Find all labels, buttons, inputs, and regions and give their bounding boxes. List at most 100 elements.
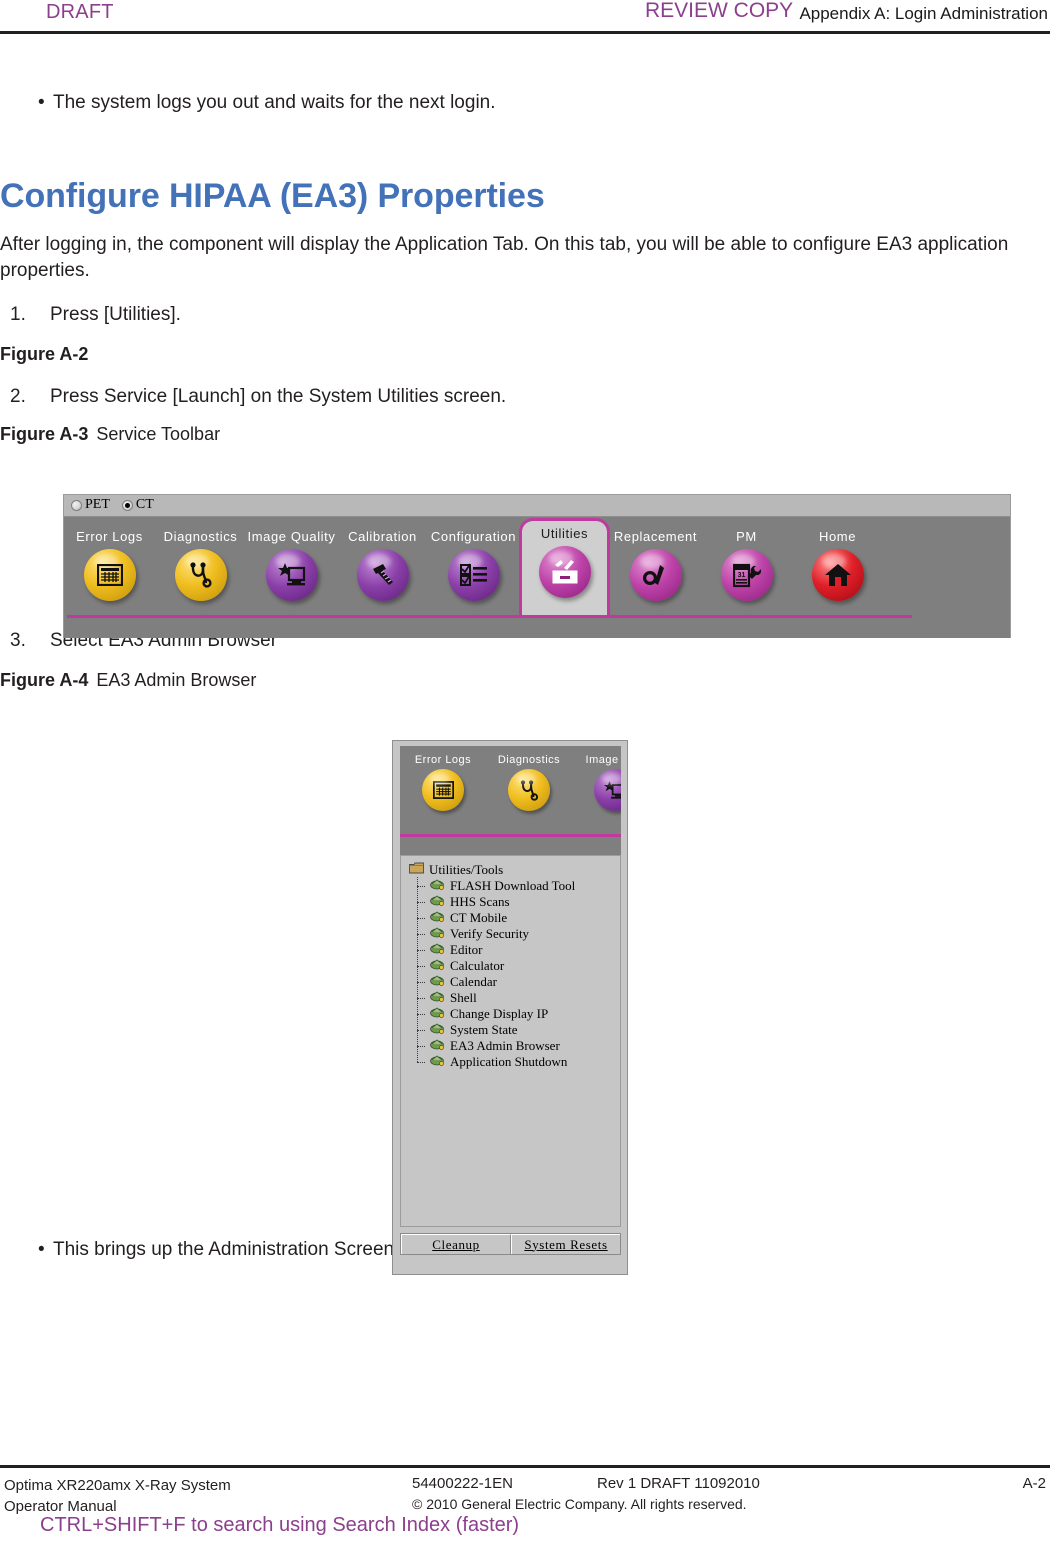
tree-item-label: Verify Security bbox=[450, 926, 530, 941]
tool-icon bbox=[430, 942, 445, 958]
house-icon bbox=[811, 549, 864, 601]
tree-item-label: EA3 Admin Browser bbox=[450, 1038, 560, 1053]
tab-diagnostics[interactable]: Diagnostics bbox=[155, 521, 246, 617]
chapter-title: Appendix A: Login Administration bbox=[799, 4, 1048, 23]
tree-item-label: HHS Scans bbox=[450, 894, 510, 909]
search-hint-watermark: CTRL+SHIFT+F to search using Search Inde… bbox=[40, 1514, 520, 1536]
star-monitor-icon bbox=[594, 769, 621, 811]
ea3-tab-error-logs[interactable]: Error Logs bbox=[400, 746, 486, 811]
ea3-admin-browser-figure: Error Logs Diagnostics Image Qua bbox=[392, 740, 628, 1275]
tree-item[interactable]: Shell bbox=[417, 989, 620, 1006]
tree-item[interactable]: Verify Security bbox=[417, 925, 620, 942]
tree-item[interactable]: System State bbox=[417, 1021, 620, 1038]
checklist-icon bbox=[447, 549, 500, 601]
tab-image-quality-label: Image Quality bbox=[247, 529, 336, 544]
tool-icon bbox=[430, 878, 445, 894]
footer-copyright: © 2010 General Electric Company. All rig… bbox=[412, 1496, 747, 1512]
tab-diagnostics-label: Diagnostics bbox=[163, 529, 238, 544]
tree-item[interactable]: Change Display IP bbox=[417, 1005, 620, 1022]
tree-item-label: System State bbox=[450, 1022, 518, 1037]
tree-item-ea3-admin-browser[interactable]: EA3 Admin Browser bbox=[417, 1037, 620, 1054]
ea3-tab-diagnostics-label: Diagnostics bbox=[497, 754, 561, 766]
intro-bullet-text: The system logs you out and waits for th… bbox=[53, 92, 496, 113]
tab-utilities-label: Utilities bbox=[540, 526, 589, 541]
tree-root-label: Utilities/Tools bbox=[429, 862, 504, 877]
review-copy-watermark: REVIEW COPY bbox=[645, 0, 794, 22]
tab-calibration[interactable]: Calibration bbox=[337, 521, 428, 617]
step-2-text: Press Service [Launch] on the System Uti… bbox=[50, 386, 507, 407]
step-1-number: 1. bbox=[10, 304, 26, 325]
cleanup-button[interactable]: Cleanup bbox=[401, 1234, 511, 1254]
tool-icon bbox=[430, 926, 445, 942]
tree-item[interactable]: Editor bbox=[417, 941, 620, 958]
radio-button-selected-icon bbox=[121, 499, 133, 511]
calendar-wrench-icon: 31 bbox=[720, 549, 773, 601]
tool-icon bbox=[430, 1006, 445, 1022]
grid-table-icon bbox=[83, 549, 136, 601]
step-1: 1. Press [Utilities]. bbox=[0, 302, 1050, 328]
footer-revision: Rev 1 DRAFT 11092010 bbox=[597, 1475, 760, 1492]
tree-item[interactable]: FLASH Download Tool bbox=[417, 877, 620, 894]
modality-radio-group[interactable]: PET CT bbox=[71, 497, 154, 513]
figure-a3-caption: Figure A-3 Service Toolbar bbox=[0, 422, 1050, 446]
tree-item-label: Shell bbox=[450, 990, 477, 1005]
stethoscope-icon bbox=[508, 769, 550, 811]
star-monitor-icon bbox=[265, 549, 318, 601]
system-resets-button[interactable]: System Resets bbox=[511, 1234, 620, 1254]
service-toolbar-bottom-band bbox=[64, 618, 1010, 638]
ea3-toolbar-tabs: Error Logs Diagnostics Image Qua bbox=[400, 746, 621, 811]
radio-option-pet[interactable]: PET bbox=[71, 497, 110, 513]
tool-icon bbox=[430, 990, 445, 1006]
figure-a3-title: Service Toolbar bbox=[96, 424, 221, 444]
radio-option-pet-label: PET bbox=[85, 497, 110, 512]
tab-pm[interactable]: PM 31 bbox=[701, 521, 792, 617]
page-footer: Optima XR220amx X-Ray System Operator Ma… bbox=[0, 1461, 1050, 1551]
ea3-tab-diagnostics[interactable]: Diagnostics bbox=[486, 746, 572, 811]
tab-utilities[interactable]: Utilities bbox=[519, 518, 610, 617]
radio-button-icon bbox=[71, 499, 82, 511]
tab-calibration-label: Calibration bbox=[348, 529, 417, 544]
page-title: Configure HIPAA (EA3) Properties bbox=[0, 177, 545, 215]
tab-home[interactable]: Home bbox=[792, 521, 883, 617]
tree-item-label: FLASH Download Tool bbox=[450, 878, 576, 893]
closing-bullet-text: This brings up the Administration Screen… bbox=[53, 1239, 400, 1260]
part-swap-icon bbox=[629, 549, 682, 601]
ea3-tab-image-quality[interactable]: Image Qua bbox=[572, 746, 621, 811]
bullet-glyph: • bbox=[38, 92, 45, 113]
figure-a3-label: Figure A-3 bbox=[0, 424, 89, 444]
tree-item[interactable]: Calculator bbox=[417, 957, 620, 974]
calibration-phantom-icon bbox=[356, 549, 409, 601]
tree-item[interactable]: Calendar bbox=[417, 973, 620, 990]
radio-option-ct[interactable]: CT bbox=[121, 497, 154, 513]
service-toolbar-tabs: Error Logs Diagnostics Image Quality Cal… bbox=[64, 517, 1010, 617]
ea3-toolbar: Error Logs Diagnostics Image Qua bbox=[400, 746, 621, 834]
tree-item[interactable]: CT Mobile bbox=[417, 909, 620, 926]
ea3-grey-band bbox=[400, 837, 621, 855]
page-header: DRAFT Appendix A: Login Administration R… bbox=[0, 0, 1050, 40]
tab-replacement[interactable]: Replacement bbox=[610, 521, 701, 617]
tool-icon bbox=[430, 1038, 445, 1054]
utilities-tools-tree[interactable]: Utilities/Tools FLASH Download Tool HHS … bbox=[400, 855, 621, 1227]
tree-item[interactable]: Application Shutdown bbox=[417, 1053, 620, 1070]
tree-item-label: Calendar bbox=[450, 974, 497, 989]
footer-doc-number: 54400222-1EN bbox=[412, 1475, 513, 1492]
figure-a2-caption: Figure A-2 bbox=[0, 342, 1050, 366]
tree-item-label: Calculator bbox=[450, 958, 505, 973]
radio-option-ct-label: CT bbox=[135, 497, 154, 512]
tool-icon bbox=[430, 910, 445, 926]
footer-divider bbox=[0, 1465, 1050, 1468]
tab-home-label: Home bbox=[818, 529, 857, 544]
tree-root-node[interactable]: Utilities/Tools bbox=[409, 862, 620, 878]
tab-error-logs[interactable]: Error Logs bbox=[64, 521, 155, 617]
svg-text:31: 31 bbox=[737, 572, 745, 579]
tool-icon bbox=[430, 974, 445, 990]
folder-icon bbox=[409, 862, 424, 878]
tab-configuration[interactable]: Configuration bbox=[428, 521, 519, 617]
tab-image-quality[interactable]: Image Quality bbox=[246, 521, 337, 617]
tool-icon bbox=[430, 958, 445, 974]
figure-a4-caption: Figure A-4 EA3 Admin Browser bbox=[0, 668, 1050, 692]
tree-item[interactable]: HHS Scans bbox=[417, 893, 620, 910]
intro-bullet-item: • The system logs you out and waits for … bbox=[0, 90, 1050, 116]
tree-item-label: Application Shutdown bbox=[450, 1054, 568, 1069]
toolbox-icon bbox=[538, 546, 591, 598]
